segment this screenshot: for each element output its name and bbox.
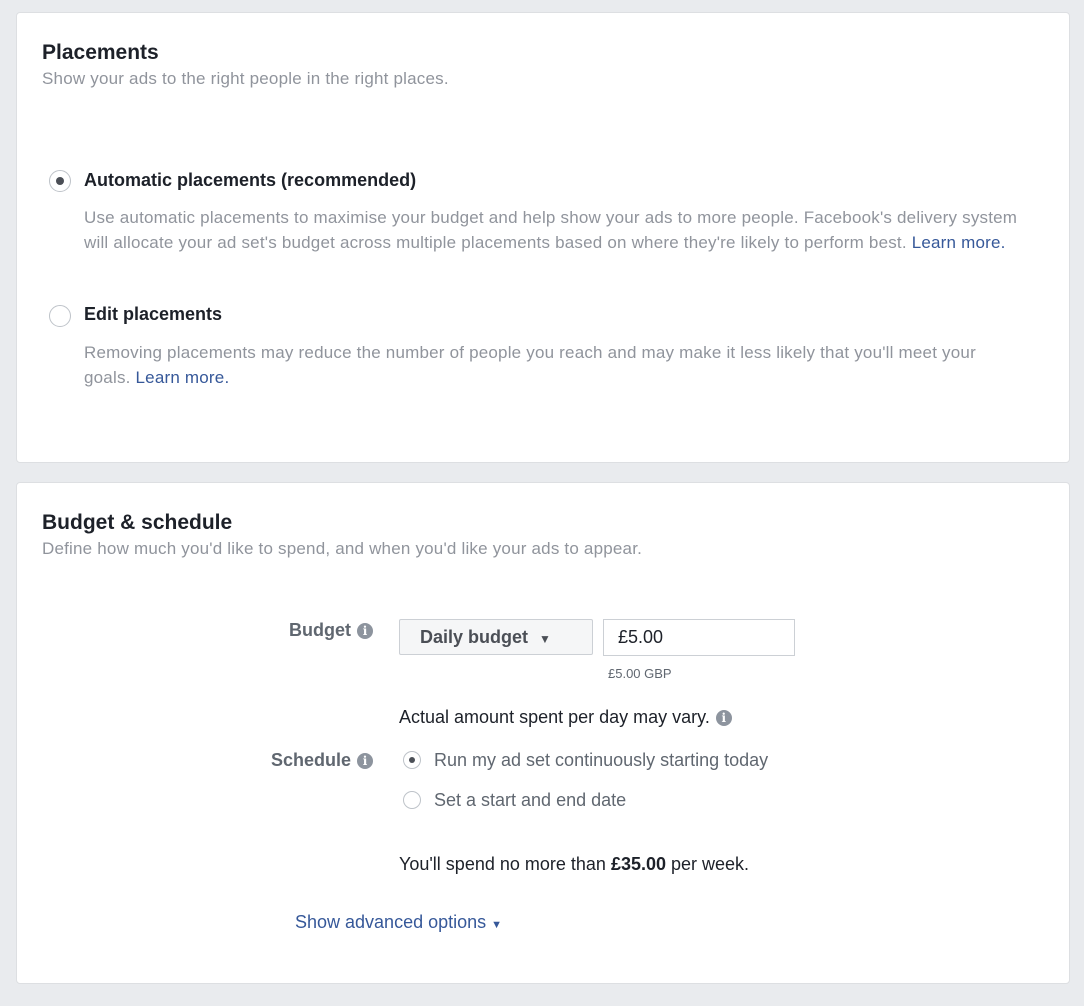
radio-run-continuously[interactable]: [403, 751, 421, 769]
caret-down-icon: ▼: [491, 919, 503, 931]
option-label: Edit placements: [84, 304, 223, 324]
schedule-label: Schedule i: [217, 750, 373, 771]
schedule-option-label: Run my ad set continuously starting toda…: [434, 750, 769, 770]
radio-start-end-date[interactable]: [403, 791, 421, 809]
amount-hint: £5.00 GBP: [608, 666, 672, 681]
section-title: Budget & schedule: [42, 511, 233, 534]
section-subtitle: Show your ads to the right people in the…: [42, 69, 449, 88]
radio-automatic-placements[interactable]: [49, 170, 71, 192]
option-label: Automatic placements (recommended): [84, 170, 417, 190]
budget-amount-input[interactable]: [603, 619, 795, 656]
info-icon[interactable]: i: [357, 623, 373, 639]
option-description: Removing placements may reduce the numbe…: [84, 343, 976, 387]
schedule-option-label: Set a start and end date: [434, 790, 627, 810]
caret-down-icon: ▼: [539, 632, 551, 646]
section-title: Placements: [42, 41, 159, 64]
radio-edit-placements[interactable]: [49, 305, 71, 327]
budget-type-dropdown[interactable]: Daily budget ▼: [399, 619, 593, 655]
placements-card: Placements Show your ads to the right pe…: [16, 12, 1070, 463]
learn-more-link[interactable]: Learn more.: [912, 233, 1006, 252]
weekly-spend-note: You'll spend no more than £35.00 per wee…: [399, 854, 750, 874]
vary-note: Actual amount spent per day may vary. i: [399, 707, 732, 728]
info-icon[interactable]: i: [715, 710, 732, 726]
budget-schedule-card: Budget & schedule Define how much you'd …: [16, 482, 1070, 984]
budget-label: Budget i: [217, 620, 373, 641]
info-icon[interactable]: i: [357, 753, 373, 769]
learn-more-link[interactable]: Learn more.: [136, 368, 230, 387]
option-description: Use automatic placements to maximise you…: [84, 208, 1018, 252]
show-advanced-options-link[interactable]: Show advanced options ▼: [295, 912, 502, 933]
section-subtitle: Define how much you'd like to spend, and…: [42, 539, 643, 558]
